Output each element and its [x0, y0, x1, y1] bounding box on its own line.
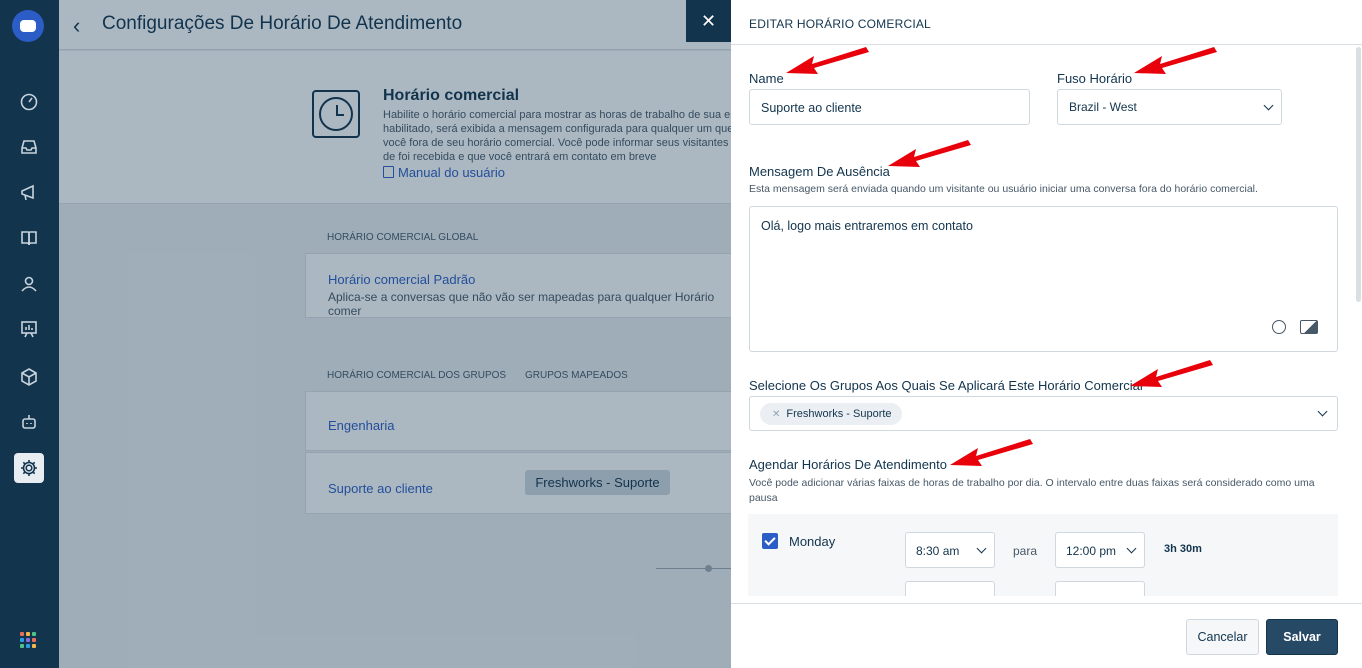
- drawer-header: EDITAR HORÁRIO COMERCIAL: [731, 0, 1362, 45]
- book-icon[interactable]: [14, 223, 44, 253]
- to-time-select[interactable]: 12:00 pm: [1055, 532, 1145, 568]
- groups-select-label: Selecione Os Grupos Aos Quais Se Aplicar…: [749, 378, 1143, 393]
- away-message-label: Mensagem De Ausência: [749, 164, 890, 179]
- timezone-value: Brazil - West: [1069, 100, 1137, 114]
- annotation-arrow: [1130, 360, 1213, 387]
- from-time-select-2[interactable]: [905, 581, 995, 596]
- to-separator: para: [1013, 544, 1038, 558]
- left-nav: [0, 0, 59, 668]
- name-label: Name: [749, 71, 784, 86]
- reports-icon[interactable]: [14, 314, 44, 344]
- gear-icon[interactable]: [14, 453, 44, 483]
- inbox-icon[interactable]: [14, 132, 44, 162]
- name-input-value: Suporte ao cliente: [761, 101, 862, 115]
- chevron-down-icon: [1126, 543, 1137, 554]
- annotation-arrow: [786, 47, 869, 74]
- day-label: Monday: [789, 534, 836, 549]
- group-chip[interactable]: ✕ Freshworks - Suporte: [760, 403, 902, 425]
- schedule-label: Agendar Horários De Atendimento: [749, 457, 948, 472]
- chevron-down-icon: [976, 543, 987, 554]
- drawer-footer: Cancelar Salvar: [731, 603, 1362, 668]
- save-button[interactable]: Salvar: [1266, 619, 1338, 655]
- annotation-arrow: [1134, 47, 1217, 74]
- away-message-value: Olá, logo mais entraremos em contato: [761, 219, 973, 233]
- timezone-select[interactable]: Brazil - West: [1057, 89, 1282, 125]
- emoji-icon[interactable]: [1272, 320, 1286, 334]
- away-message-textarea[interactable]: Olá, logo mais entraremos em contato: [749, 206, 1338, 352]
- schedule-panel: Monday 8:30 am para 12:00 pm 3h 30m: [748, 514, 1338, 596]
- duration-value: 3h 30m: [1164, 543, 1202, 555]
- apps-icon[interactable]: [20, 632, 36, 648]
- from-time-value: 8:30 am: [916, 544, 960, 558]
- group-chip-label: Freshworks - Suporte: [786, 408, 892, 420]
- drawer-title: EDITAR HORÁRIO COMERCIAL: [749, 17, 931, 31]
- annotation-arrow: [888, 140, 971, 167]
- dashboard-icon[interactable]: [14, 87, 44, 117]
- name-input[interactable]: Suporte ao cliente: [749, 89, 1030, 125]
- away-message-help: Esta mensagem será enviada quando um vis…: [749, 183, 1258, 195]
- image-icon[interactable]: [1300, 320, 1318, 334]
- groups-multiselect[interactable]: ✕ Freshworks - Suporte: [749, 396, 1338, 431]
- chip-remove-icon[interactable]: ✕: [772, 409, 780, 420]
- to-time-select-2[interactable]: [1055, 581, 1145, 596]
- user-icon[interactable]: [14, 269, 44, 299]
- app-logo-icon[interactable]: [12, 10, 44, 42]
- timezone-label: Fuso Horário: [1057, 71, 1133, 86]
- chevron-down-icon: [1263, 100, 1274, 111]
- bot-icon[interactable]: [14, 407, 44, 437]
- drawer-scrollbar[interactable]: [1356, 47, 1361, 302]
- megaphone-icon[interactable]: [14, 178, 44, 208]
- annotation-arrow: [950, 439, 1033, 466]
- schedule-help: Você pode adicionar várias faixas de hor…: [749, 477, 1315, 504]
- to-time-value: 12:00 pm: [1066, 544, 1117, 558]
- monday-checkbox[interactable]: [762, 533, 778, 549]
- from-time-select[interactable]: 8:30 am: [905, 532, 995, 568]
- chevron-down-icon: [1317, 406, 1328, 417]
- cancel-button[interactable]: Cancelar: [1186, 619, 1259, 655]
- modal-overlay[interactable]: [59, 0, 731, 668]
- cube-icon[interactable]: [14, 362, 44, 392]
- close-icon[interactable]: ✕: [686, 0, 731, 42]
